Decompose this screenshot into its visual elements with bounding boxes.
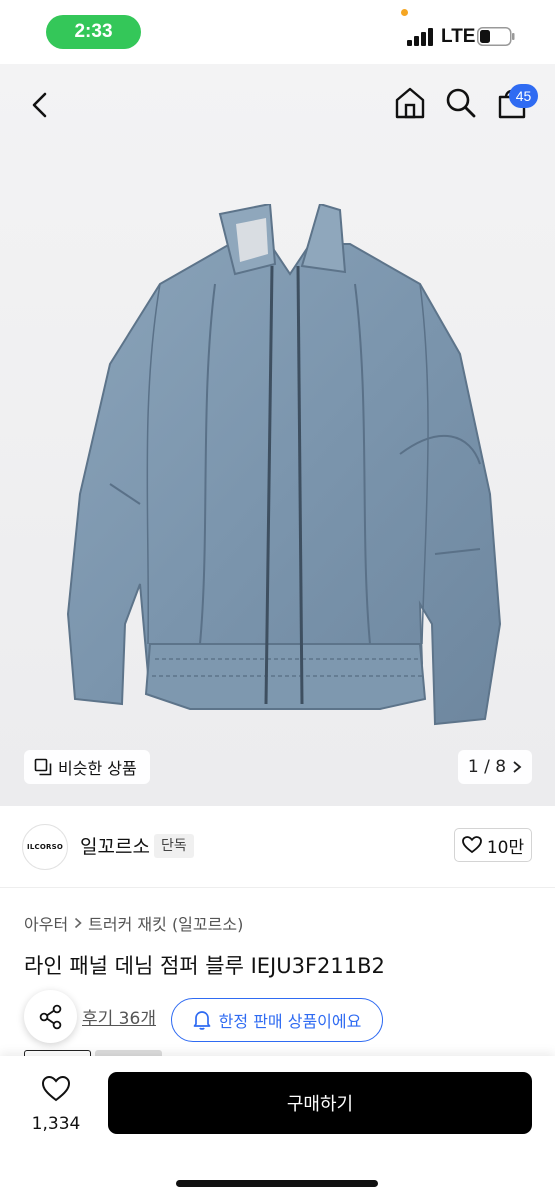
bottom-action-bar: 1,334 구매하기 [0, 1056, 555, 1200]
review-row: 후기 36개 한정 판매 상품이에요 [0, 990, 555, 1050]
chevron-right-icon [75, 917, 82, 929]
brand-logo-text: ILCORSO [27, 843, 63, 851]
breadcrumb-category[interactable]: 아우터 [24, 911, 68, 935]
similar-items-icon [34, 758, 52, 776]
breadcrumb-subcategory[interactable]: 트러커 재킷 (일꼬르소) [88, 911, 243, 935]
signal-icon [407, 28, 433, 46]
limited-sale-button[interactable]: 한정 판매 상품이에요 [171, 998, 383, 1042]
share-icon [39, 1004, 61, 1029]
breadcrumb: 아우터 트러커 재킷 (일꼬르소) [24, 911, 243, 935]
brand-like-count: 10만 [486, 837, 525, 858]
product-image-carousel[interactable]: 45 비슷한 상품 1 / 8 [0, 64, 555, 806]
wishlist-count: 1,334 [31, 1114, 81, 1134]
search-icon[interactable] [445, 86, 477, 120]
heart-icon [461, 836, 482, 854]
buy-button[interactable]: 구매하기 [108, 1072, 532, 1134]
network-label: LTE [441, 26, 476, 47]
bell-icon [193, 1011, 211, 1030]
home-icon[interactable] [394, 86, 426, 120]
heart-icon [41, 1075, 71, 1102]
status-bar: 2:33 LTE [0, 0, 555, 64]
reviews-link[interactable]: 후기 36개 [82, 1004, 156, 1029]
battery-icon [477, 27, 515, 46]
exclusive-badge: 단독 [154, 834, 194, 858]
product-image [66, 204, 502, 726]
cart-count-badge: 45 [509, 84, 538, 108]
product-page: 2:33 LTE 45 비슷한 상품 1 / 8 ILCORSO 일꼬르소 단독… [0, 0, 555, 1200]
recording-indicator-icon [401, 9, 408, 16]
image-pager[interactable]: 1 / 8 [458, 750, 532, 784]
product-title: 라인 패널 데님 점퍼 블루 IEJU3F211B2 [24, 954, 385, 978]
wishlist-button[interactable]: 1,334 [28, 1074, 84, 1134]
back-icon[interactable] [26, 90, 56, 120]
brand-name[interactable]: 일꼬르소 [80, 832, 150, 859]
similar-products-label: 비슷한 상품 [58, 759, 137, 778]
brand-logo[interactable]: ILCORSO [22, 824, 68, 870]
share-button[interactable] [24, 990, 77, 1043]
home-indicator [176, 1180, 378, 1187]
image-pager-text: 1 / 8 [467, 757, 507, 777]
chevron-right-icon [513, 761, 522, 773]
similar-products-button[interactable]: 비슷한 상품 [24, 750, 150, 784]
status-time: 2:33 [46, 15, 141, 49]
brand-row: ILCORSO 일꼬르소 단독 10만 [0, 806, 555, 888]
brand-like-button[interactable]: 10만 [454, 828, 532, 862]
limited-sale-label: 한정 판매 상품이에요 [218, 1012, 362, 1031]
